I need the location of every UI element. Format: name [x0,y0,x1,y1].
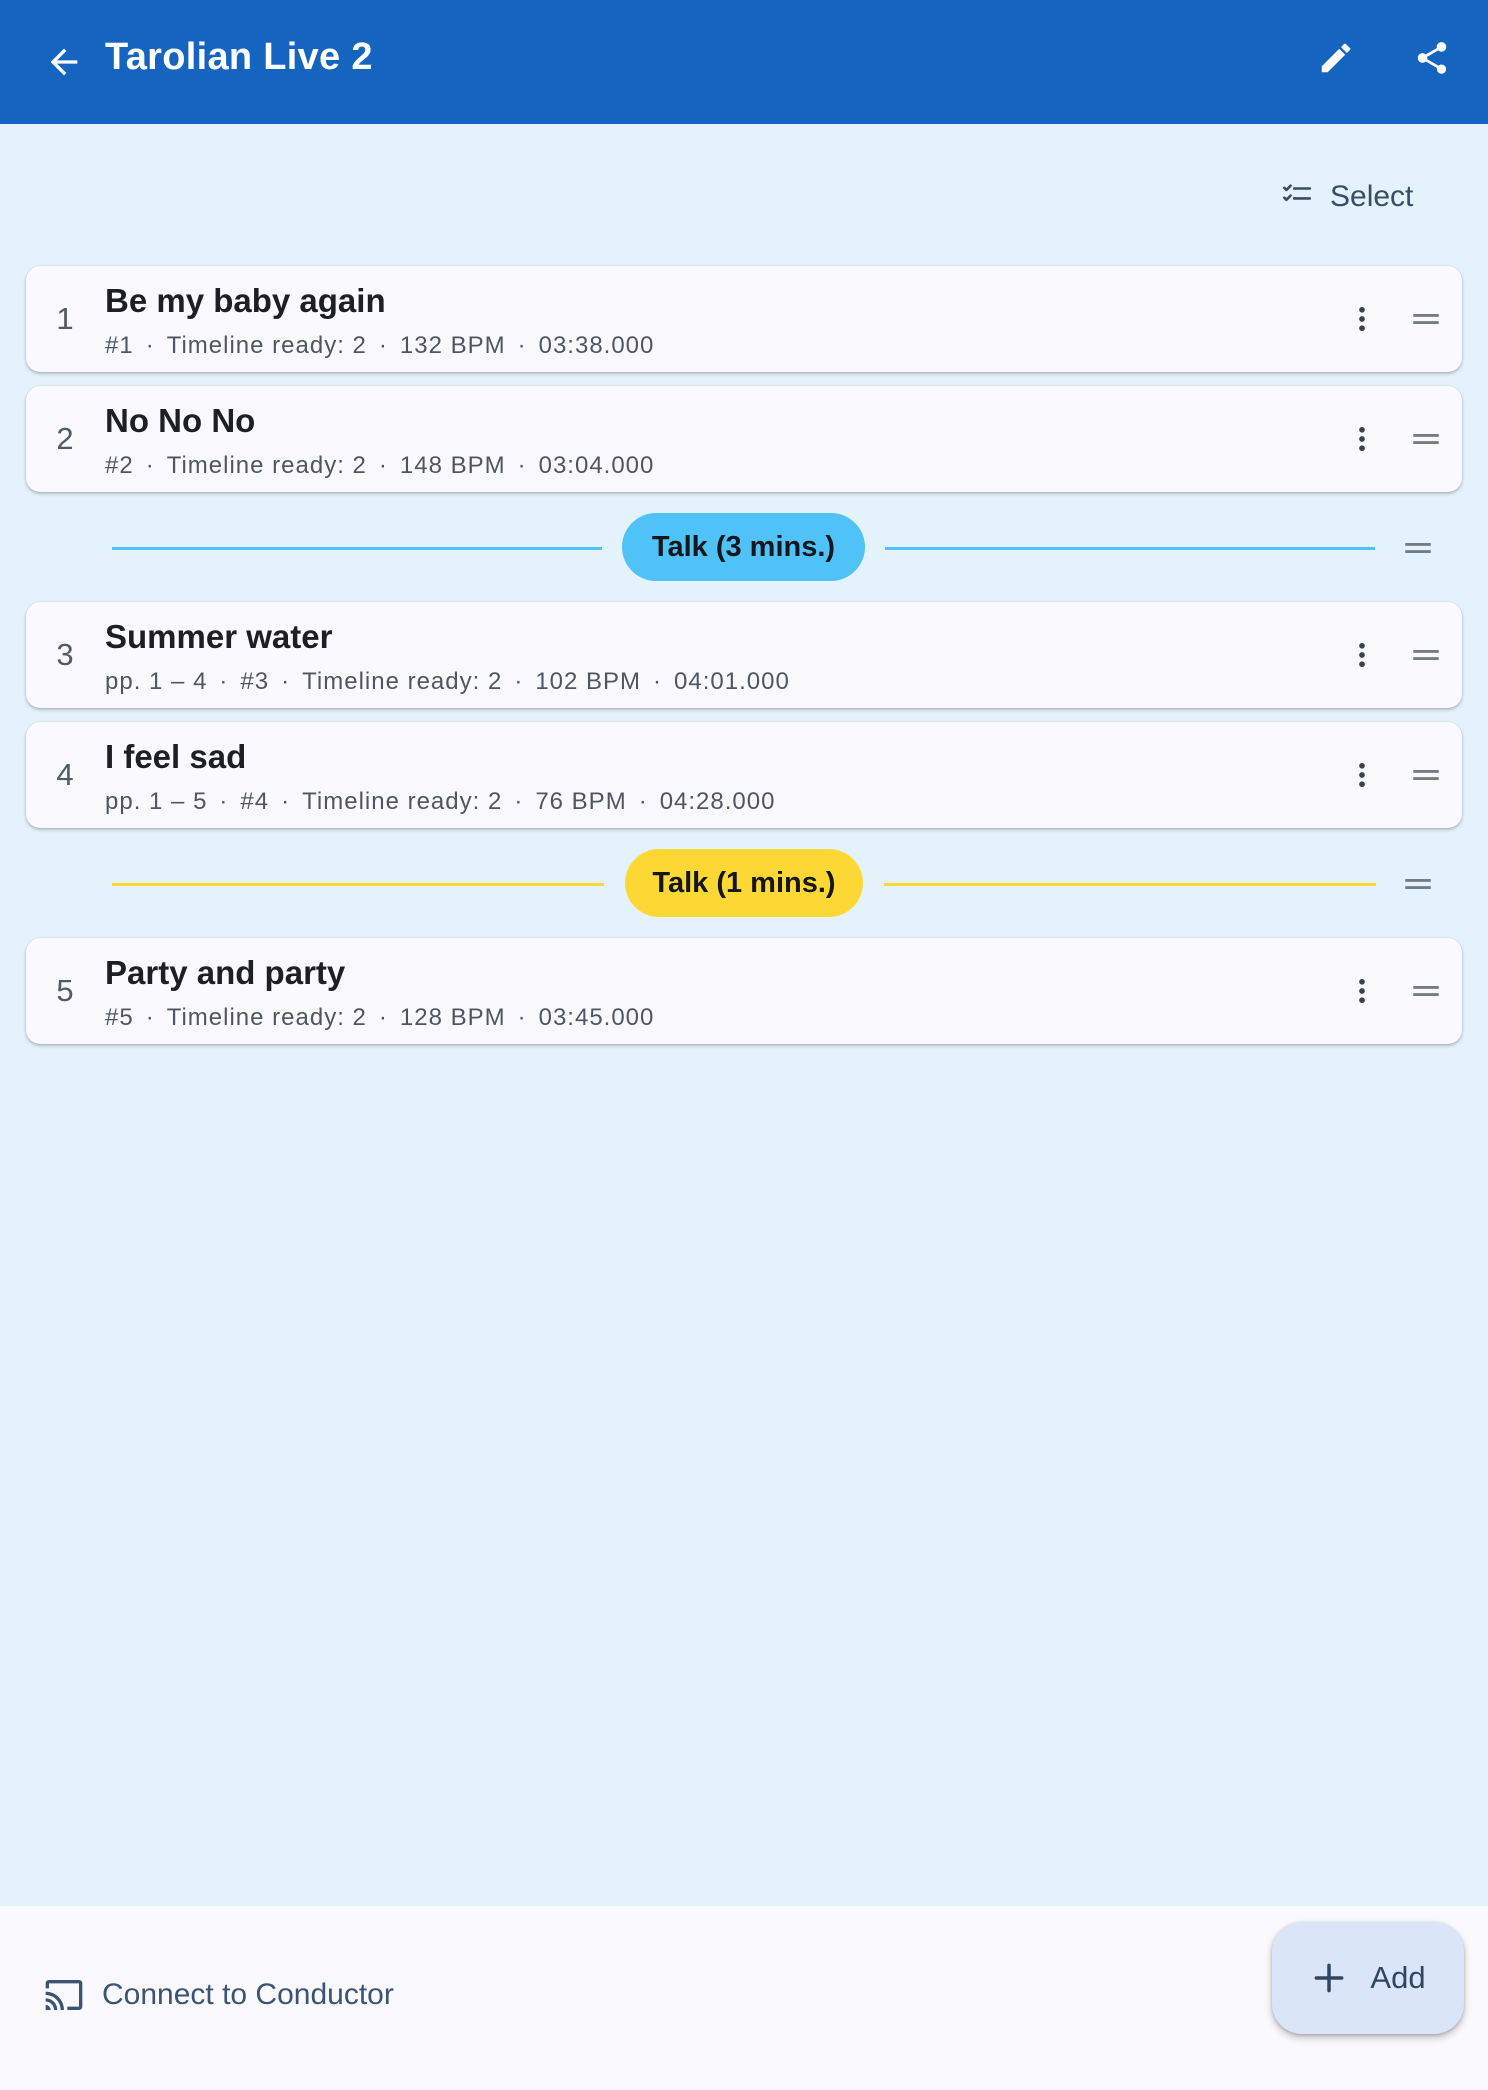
talk-line [885,547,1375,550]
timeline-status: Timeline ready: 2 [166,332,367,359]
duration: 03:04.000 [538,452,655,479]
duration: 04:01.000 [674,668,790,695]
talk-pill[interactable]: Talk (3 mins.) [622,513,865,581]
more-button[interactable] [1341,751,1383,799]
song-number-tag: #3 [240,668,270,695]
more-vert-icon [1359,978,1365,1004]
talk-pill[interactable]: Talk (1 mins.) [625,849,863,917]
drag-handle[interactable] [1408,421,1444,457]
select-label: Select [1330,180,1414,213]
drag-handle[interactable] [1400,866,1436,902]
drag-handle-icon [1413,434,1439,444]
page-title: Tarolian Live 2 [105,36,373,78]
checklist-icon [1282,184,1312,202]
timeline-status: Timeline ready: 2 [166,452,367,479]
drag-handle-icon [1413,650,1439,660]
page-range: pp. 1 – 4 [105,668,208,695]
song-number: 5 [56,973,74,1008]
drag-handle[interactable] [1408,973,1444,1009]
tempo: 148 BPM [399,452,506,479]
song-title: Summer water [105,618,333,655]
tempo: 76 BPM [535,788,627,815]
select-button[interactable]: Select [1280,170,1450,224]
song-number-tag: #1 [105,332,134,359]
song-number-tag: #2 [105,452,134,479]
tempo: 132 BPM [399,332,506,359]
song-meta: pp. 1 – 4 · #3 · Timeline ready: 2 · 102 BPM · 0… [105,668,790,695]
song-number: 2 [56,421,74,456]
song-number: 3 [56,637,74,672]
duration: 04:28.000 [659,788,776,815]
talk-line [112,547,602,550]
timeline-status: Timeline ready: 2 [166,1004,367,1031]
connect-to-conductor-button[interactable]: Connect to Conductor [44,1958,394,2032]
drag-handle[interactable] [1400,530,1436,566]
drag-handle[interactable] [1408,637,1444,673]
song-number-tag: #4 [240,788,270,815]
drag-handle[interactable] [1408,301,1444,337]
song-number: 1 [56,301,74,336]
song-title: No No No [105,402,256,439]
arrow-left-icon [50,48,78,76]
app-bar: Tarolian Live 2 [0,0,1488,124]
talk-divider[interactable]: Talk (1 mins.) [0,849,1488,919]
connect-label: Connect to Conductor [102,1978,394,2011]
timeline-status: Timeline ready: 2 [302,788,503,815]
tempo: 102 BPM [535,668,642,695]
song-title: I feel sad [105,738,247,775]
add-button[interactable]: Add [1272,1922,1464,2034]
more-button[interactable] [1341,415,1383,463]
drag-handle[interactable] [1408,757,1444,793]
talk-line [112,883,604,886]
song-meta: #1 · Timeline ready: 2 · 132 BPM · 03:38.000 [105,332,655,359]
song-number-tag: #5 [105,1004,134,1031]
edit-button[interactable] [1308,30,1364,86]
song-number: 4 [56,757,74,792]
song-title: Party and party [105,954,346,991]
drag-handle-icon [1405,543,1431,553]
more-button[interactable] [1341,631,1383,679]
drag-handle-icon [1413,770,1439,780]
bottom-bar: Connect to Conductor Add [0,1906,1488,2090]
more-vert-icon [1359,762,1365,788]
tempo: 128 BPM [399,1004,506,1031]
song-card[interactable]: 4 I feel sad pp. 1 – 5 · #4 · Timeline ready… [26,722,1462,828]
timeline-status: Timeline ready: 2 [302,668,503,695]
pencil-icon [1321,43,1351,73]
more-vert-icon [1359,426,1365,452]
song-card[interactable]: 1 Be my baby again #1 · Timeline ready: 2 ·… [26,266,1462,372]
song-title: Be my baby again [105,282,386,319]
drag-handle-icon [1413,314,1439,324]
talk-divider[interactable]: Talk (3 mins.) [0,513,1488,583]
back-button[interactable] [36,34,92,90]
share-button[interactable] [1404,30,1460,86]
plus-icon [1314,1963,1344,1993]
share-icon [1417,42,1447,74]
more-vert-icon [1359,306,1365,332]
page-range: pp. 1 – 5 [105,788,208,815]
song-card[interactable]: 2 No No No #2 · Timeline ready: 2 · 148 BPM ·… [26,386,1462,492]
cast-icon [45,1980,83,2010]
song-meta: #5 · Timeline ready: 2 · 128 BPM · 03:45.000 [105,1004,655,1031]
song-card[interactable]: 3 Summer water pp. 1 – 4 · #3 · Timeline rea… [26,602,1462,708]
duration: 03:45.000 [538,1004,655,1031]
drag-handle-icon [1413,986,1439,996]
talk-line [884,883,1376,886]
more-button[interactable] [1341,967,1383,1015]
song-meta: pp. 1 – 5 · #4 · Timeline ready: 2 · 76 BPM · 04… [105,788,776,815]
duration: 03:38.000 [538,332,655,359]
more-button[interactable] [1341,295,1383,343]
drag-handle-icon [1405,879,1431,889]
song-card[interactable]: 5 Party and party #5 · Timeline ready: 2 · 1… [26,938,1462,1044]
more-vert-icon [1359,642,1365,668]
song-meta: #2 · Timeline ready: 2 · 148 BPM · 03:04.000 [105,452,655,479]
add-label: Add [1370,1960,1426,1995]
